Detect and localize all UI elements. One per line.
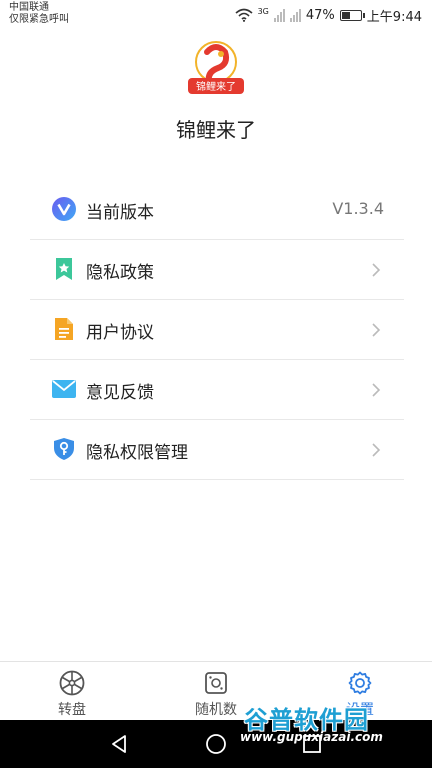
chevron-right-icon [372, 323, 381, 337]
watermark-url: www.gupuxiazai.com [240, 730, 383, 744]
envelope-icon [52, 377, 76, 401]
gear-icon [348, 671, 372, 695]
menu-item-version[interactable]: 当前版本 V1.3.4 [30, 180, 404, 240]
chevron-right-icon [372, 263, 381, 277]
chevron-right-icon [372, 383, 381, 397]
settings-menu: 当前版本 V1.3.4 隐私政策 用户协议 意见反馈 隐私权限管理 [30, 180, 404, 480]
shield-key-icon [52, 437, 76, 461]
tab-label-wheel: 转盘 [58, 702, 86, 718]
tab-label-random-number: 随机数 [195, 702, 237, 718]
menu-item-feedback[interactable]: 意见反馈 [30, 360, 404, 420]
carrier-status: 仅限紧急呼叫 [9, 14, 69, 25]
menu-label-version: 当前版本 [86, 203, 154, 223]
status-indicators: 3G 47% 上午9:44 [235, 5, 422, 25]
menu-item-privacy-permissions[interactable]: 隐私权限管理 [30, 420, 404, 480]
carrier-name: 中国联通 [9, 2, 49, 13]
clock: 上午9:44 [366, 9, 422, 25]
signal-1-icon [273, 8, 285, 22]
chevron-right-icon [372, 443, 381, 457]
back-icon[interactable] [108, 732, 132, 756]
menu-label-user-agreement: 用户协议 [86, 323, 154, 343]
home-icon[interactable] [204, 732, 228, 756]
menu-label-feedback: 意见反馈 [86, 383, 154, 403]
bookmark-star-icon [52, 257, 76, 281]
menu-item-privacy-policy[interactable]: 隐私政策 [30, 240, 404, 300]
version-value: V1.3.4 [332, 199, 384, 218]
signal-2-icon [289, 8, 301, 22]
wheel-icon [59, 670, 85, 696]
menu-label-privacy-policy: 隐私政策 [86, 263, 154, 283]
document-icon [52, 317, 76, 341]
battery-percent: 47% [305, 7, 335, 23]
dice-card-icon [205, 672, 227, 694]
app-logo: 锦鲤来了 [188, 41, 244, 94]
menu-label-privacy-permissions: 隐私权限管理 [86, 443, 188, 463]
app-name: 锦鲤来了 [176, 118, 256, 142]
carrier-info: 中国联通 仅限紧急呼叫 [9, 2, 69, 26]
wifi-icon [235, 8, 253, 22]
status-bar: 中国联通 仅限紧急呼叫 3G 47% 上午9:44 [0, 0, 432, 32]
watermark: 谷普软件园 www.gupuxiazai.com [236, 700, 432, 748]
network-type: 3G [257, 6, 269, 16]
v-logo-icon [52, 197, 76, 221]
battery-icon [339, 9, 365, 21]
tab-wheel[interactable]: 转盘 [0, 662, 144, 721]
menu-item-user-agreement[interactable]: 用户协议 [30, 300, 404, 360]
logo-text: 锦鲤来了 [196, 80, 236, 93]
